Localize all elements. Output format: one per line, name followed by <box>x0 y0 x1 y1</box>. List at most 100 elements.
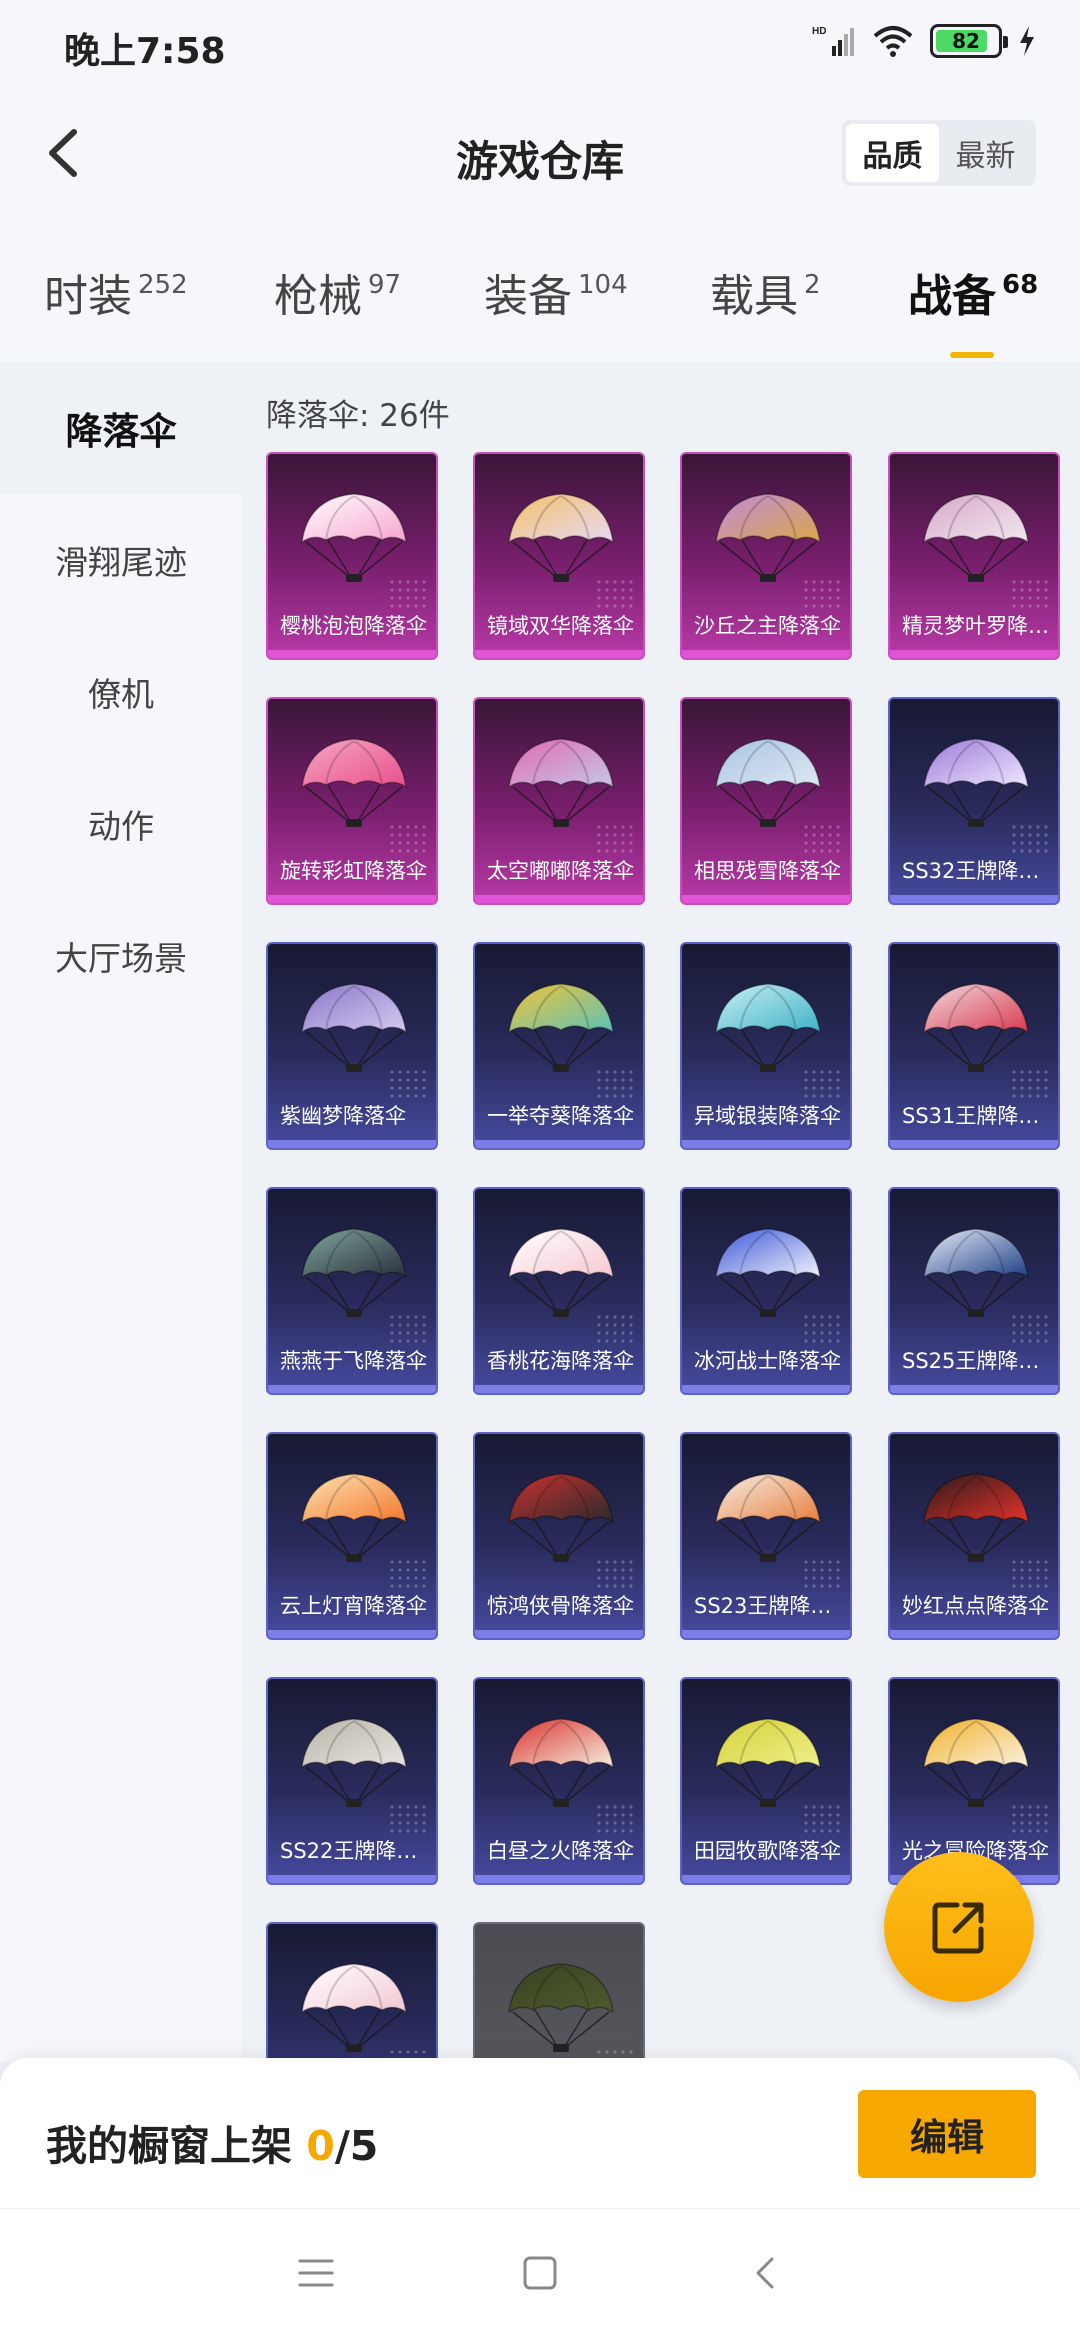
parachute-card[interactable]: SS32王牌降落伞 <box>888 697 1060 905</box>
rarity-bar <box>268 895 436 903</box>
parachute-card[interactable]: 香桃花海降落伞 <box>473 1187 645 1395</box>
parachute-card[interactable]: SS22王牌降落伞 <box>266 1677 438 1885</box>
page-header: 游戏仓库 品质 最新 <box>0 90 1080 220</box>
parachute-card[interactable]: 冰河战士降落伞 <box>680 1187 852 1395</box>
wifi-icon <box>873 26 913 57</box>
parachute-card[interactable]: 旋转彩虹降落伞 <box>266 697 438 905</box>
sidebar-item-glide-trail[interactable]: 滑翔尾迹 <box>0 494 242 626</box>
tab-count: 104 <box>578 270 628 300</box>
parachute-card[interactable] <box>266 1922 438 2058</box>
parachute-card[interactable]: 精灵梦叶罗降落伞 <box>888 452 1060 660</box>
parachute-icon <box>923 1473 1029 1562</box>
category-tabs: 时装 252 枪械 97 装备 104 载具 2 战备 68 <box>0 220 1080 362</box>
rarity-bar <box>890 1630 1058 1638</box>
parachute-name: SS32王牌降落伞 <box>902 859 1050 883</box>
parachute-name: 太空嘟嘟降落伞 <box>487 859 634 883</box>
charging-icon <box>1020 26 1034 56</box>
tab-fashion[interactable]: 时装 252 <box>44 260 188 324</box>
parachute-icon <box>301 1718 407 1807</box>
parachute-card[interactable]: 太空嘟嘟降落伞 <box>473 697 645 905</box>
parachute-card[interactable]: 白昼之火降落伞 <box>473 1677 645 1885</box>
signal-icon: HD <box>812 26 854 56</box>
share-button[interactable] <box>884 1852 1034 2002</box>
showcase-status: 我的橱窗上架 0/5 <box>46 2112 378 2172</box>
card-pattern <box>802 1313 842 1343</box>
rarity-bar <box>475 650 643 658</box>
sidebar-item-parachute[interactable]: 降落伞 <box>0 362 242 494</box>
card-pattern <box>1010 1313 1050 1343</box>
card-pattern <box>388 2048 428 2058</box>
sort-newest-button[interactable]: 最新 <box>939 124 1032 182</box>
parachute-name: 云上灯宵降落伞 <box>280 1594 427 1618</box>
parachute-icon <box>508 738 614 827</box>
parachute-card[interactable]: 妙红点点降落伞 <box>888 1432 1060 1640</box>
active-tab-indicator <box>950 352 994 358</box>
card-pattern <box>802 578 842 608</box>
parachute-card[interactable]: SS31王牌降落伞 <box>888 942 1060 1150</box>
sidebar-item-emote[interactable]: 动作 <box>0 758 242 890</box>
parachute-icon <box>301 493 407 582</box>
parachute-card[interactable]: SS23王牌降落伞 <box>680 1432 852 1640</box>
card-pattern <box>595 823 635 853</box>
parachute-card[interactable]: 田园牧歌降落伞 <box>680 1677 852 1885</box>
parachute-name: 香桃花海降落伞 <box>487 1349 634 1373</box>
parachute-card[interactable]: 紫幽梦降落伞 <box>266 942 438 1150</box>
tab-vehicles[interactable]: 载具 2 <box>710 260 821 324</box>
parachute-icon <box>715 983 821 1072</box>
parachute-card[interactable]: SS25王牌降落伞 <box>888 1187 1060 1395</box>
parachute-icon <box>508 1718 614 1807</box>
parachute-name: 燕燕于飞降落伞 <box>280 1349 427 1373</box>
parachute-card[interactable]: 异域银装降落伞 <box>680 942 852 1150</box>
parachute-name: 一举夺葵降落伞 <box>487 1104 634 1128</box>
showcase-total: /5 <box>334 2122 379 2170</box>
parachute-card[interactable]: 相思残雪降落伞 <box>680 697 852 905</box>
card-pattern <box>1010 1803 1050 1833</box>
parachute-card[interactable]: 云上灯宵降落伞 <box>266 1432 438 1640</box>
sidebar-item-wingman[interactable]: 僚机 <box>0 626 242 758</box>
parachute-icon <box>301 1473 407 1562</box>
showcase-used-count: 0 <box>306 2122 335 2170</box>
parachute-icon <box>715 1473 821 1562</box>
tab-label: 装备 <box>484 271 572 322</box>
sidebar-item-lobby-scene[interactable]: 大厅场景 <box>0 890 242 1022</box>
rarity-bar <box>682 1140 850 1148</box>
parachute-name: 沙丘之主降落伞 <box>694 614 841 638</box>
item-grid: 降落伞: 26件 樱桃泡泡降落伞 镜域双华降落伞 沙丘之主降落伞 精灵梦叶罗降落伞旋转… <box>242 362 1080 2058</box>
home-icon[interactable] <box>516 2249 564 2297</box>
rarity-bar <box>682 1630 850 1638</box>
edit-button[interactable]: 编辑 <box>858 2090 1036 2178</box>
parachute-icon <box>508 1473 614 1562</box>
battery-percent: 82 <box>952 29 980 53</box>
parachute-icon <box>301 1228 407 1317</box>
sort-quality-button[interactable]: 品质 <box>846 124 939 182</box>
parachute-card[interactable]: 镜域双华降落伞 <box>473 452 645 660</box>
parachute-name: 精灵梦叶罗降落伞 <box>902 614 1050 638</box>
tab-count: 252 <box>138 270 188 300</box>
tab-equipment[interactable]: 装备 104 <box>484 260 628 324</box>
rarity-bar <box>475 1875 643 1883</box>
tab-weapons[interactable]: 枪械 97 <box>274 260 401 324</box>
parachute-name: 冰河战士降落伞 <box>694 1349 841 1373</box>
parachute-icon <box>923 738 1029 827</box>
parachute-card[interactable]: 惊鸿侠骨降落伞 <box>473 1432 645 1640</box>
parachute-card[interactable] <box>473 1922 645 2058</box>
menu-icon[interactable] <box>292 2249 340 2297</box>
card-pattern <box>1010 823 1050 853</box>
parachute-card[interactable]: 沙丘之主降落伞 <box>680 452 852 660</box>
back-icon[interactable] <box>742 2249 790 2297</box>
parachute-card[interactable]: 樱桃泡泡降落伞 <box>266 452 438 660</box>
card-pattern <box>388 1558 428 1588</box>
card-pattern <box>388 823 428 853</box>
parachute-icon <box>923 1228 1029 1317</box>
card-pattern <box>595 1803 635 1833</box>
rarity-bar <box>682 1385 850 1393</box>
parachute-icon <box>508 1228 614 1317</box>
parachute-card[interactable]: 燕燕于飞降落伞 <box>266 1187 438 1395</box>
item-count-label: 降落伞: 26件 <box>266 398 450 434</box>
status-time: 晚上7:58 <box>64 31 226 72</box>
tab-combat-gear[interactable]: 战备 68 <box>908 260 1038 358</box>
parachute-card[interactable]: 一举夺葵降落伞 <box>473 942 645 1150</box>
parachute-icon <box>508 1963 614 2052</box>
tab-label: 枪械 <box>274 271 362 322</box>
tab-label: 载具 <box>710 271 798 322</box>
